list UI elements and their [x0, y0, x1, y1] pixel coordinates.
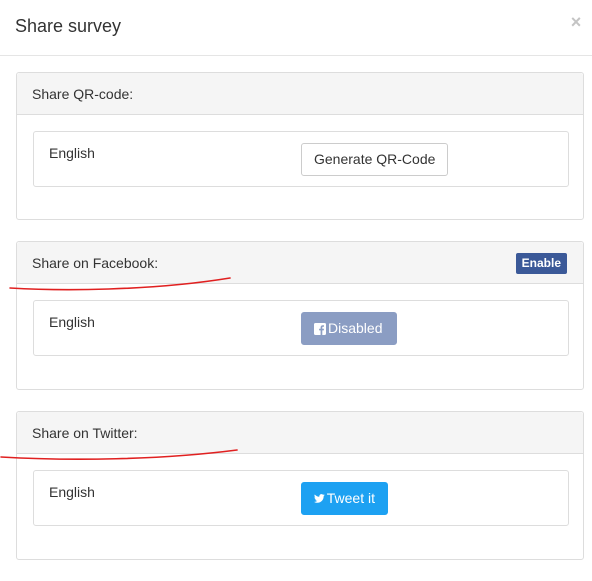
modal-title: Share survey — [15, 16, 122, 36]
tweet-it-button-label: Tweet it — [326, 490, 375, 506]
qr-code-language-row: English Generate QR-Code — [33, 131, 569, 187]
close-button[interactable]: × — [569, 12, 583, 32]
enable-facebook-button[interactable]: Enable — [515, 253, 567, 274]
facebook-panel-heading: Share on Facebook: Enable — [17, 242, 583, 284]
twitter-panel: Share on Twitter: English Tweet it — [16, 411, 584, 560]
facebook-language-row: English Disabled — [33, 300, 569, 356]
twitter-panel-title: Share on Twitter: — [32, 425, 138, 441]
twitter-panel-heading: Share on Twitter: — [17, 412, 583, 454]
facebook-panel-title: Share on Facebook: — [32, 255, 159, 271]
generate-qr-code-button[interactable]: Generate QR-Code — [301, 143, 449, 176]
twitter-language-row: English Tweet it — [33, 470, 569, 526]
facebook-panel: Share on Facebook: Enable English Disabl… — [16, 241, 584, 390]
tweet-it-button[interactable]: Tweet it — [301, 482, 388, 515]
qr-code-panel-title: Share QR-code: — [32, 86, 134, 102]
language-label: English — [49, 145, 95, 161]
qr-code-panel: Share QR-code: English Generate QR-Code — [16, 72, 584, 220]
close-icon: × — [570, 12, 582, 32]
language-label: English — [49, 484, 95, 500]
modal-header: Share survey × — [0, 0, 592, 56]
language-label: English — [49, 314, 95, 330]
twitter-bird-icon — [314, 494, 325, 503]
facebook-share-button-label: Disabled — [328, 320, 383, 336]
facebook-share-button[interactable]: Disabled — [301, 312, 397, 345]
facebook-icon — [314, 322, 326, 335]
qr-code-panel-heading: Share QR-code: — [17, 73, 583, 115]
